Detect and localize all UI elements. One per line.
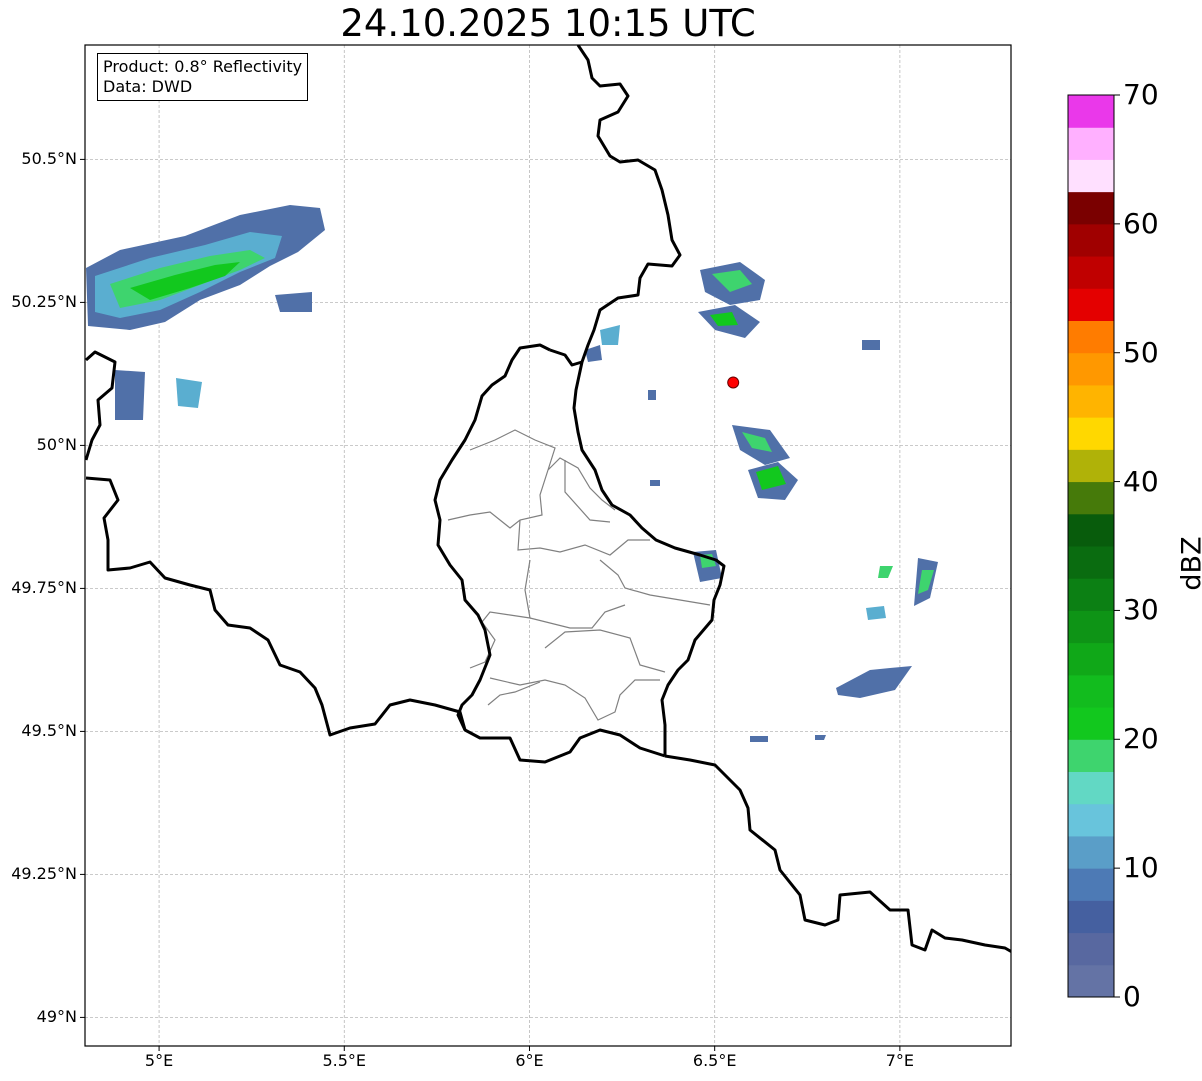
y-tick-label: 50.5°N [21,149,77,169]
radar-echo [750,736,768,742]
colorbar-segment [1068,771,1114,805]
colorbar-segment [1068,513,1114,547]
y-tick-label: 50.25°N [11,292,77,312]
x-tick-label: 6.5°E [692,1051,737,1070]
radar-echo [650,480,660,486]
colorbar-segment [1068,288,1114,321]
colorbar-unit-label: dBZ [1176,536,1202,591]
radar-site-marker [727,376,740,389]
colorbar-segment [1068,191,1114,225]
colorbar-segment [1068,707,1114,740]
colorbar-segment [1068,127,1114,160]
radar-echo [815,735,826,740]
district-border [599,559,711,606]
colorbar-segment [1068,159,1114,193]
product-info-box: Product: 0.8° Reflectivity Data: DWD [97,53,309,101]
country-border [664,754,1011,954]
colorbar-segment [1068,320,1114,354]
map-content [85,45,1011,954]
colorbar-segment [1068,481,1114,515]
district-border [529,604,626,629]
colorbar-segment [1068,610,1114,644]
colorbar-segment [1068,642,1114,676]
colorbar-segment [1068,352,1114,386]
x-tick-label: 7°E [885,1051,915,1070]
colorbar-segment [1068,868,1114,901]
radar-echo [866,606,886,620]
district-border [517,519,650,556]
colorbar-tick-label: 30 [1123,593,1159,627]
x-tick-label: 5°E [144,1051,174,1070]
country-border [433,343,666,764]
colorbar-segment [1068,835,1114,869]
colorbar-tick-label: 0 [1123,980,1141,1013]
radar-echo [115,370,145,420]
country-border [85,350,117,461]
colorbar-segment [1068,674,1114,708]
x-tick-label: 6°E [515,1051,544,1070]
district-border [544,629,666,673]
radar-echo [275,292,312,312]
colorbar-tick-label: 10 [1123,851,1159,885]
country-border [549,348,583,367]
radar-echo [836,666,912,698]
radar-map [80,44,1120,1051]
country-border [85,476,467,737]
colorbar-segment [1068,256,1114,289]
colorbar-segment [1068,95,1114,128]
internal-boundaries [447,429,711,721]
colorbar-tick-label: 60 [1123,206,1159,240]
y-tick-label: 49.75°N [11,578,77,598]
data-source-label: Data: DWD [103,77,193,96]
radar-echo [176,378,202,408]
colorbar-tick-label: 40 [1123,464,1159,498]
colorbar [1067,94,1120,998]
colorbar-tick-label: 20 [1123,722,1159,756]
colorbar-segment [1068,223,1114,257]
colorbar-segment [1068,932,1114,966]
colorbar-segment [1068,803,1114,837]
x-tick-label: 5.5°E [322,1051,367,1070]
radar-echo [878,566,893,578]
radar-echoes [86,205,938,742]
y-tick-label: 49°N [36,1007,77,1027]
district-border [489,677,660,721]
colorbar-segment [1068,384,1114,418]
colorbar-tick-label: 70 [1123,78,1159,111]
colorbar-segment [1068,900,1114,934]
radar-echo [600,325,620,345]
y-tick-label: 49.25°N [11,864,77,884]
colorbar-segment [1068,964,1114,998]
country-border [572,45,726,756]
colorbar-segment [1068,739,1114,772]
radar-echo [862,340,880,350]
product-label: Product: 0.8° Reflectivity [103,57,303,76]
colorbar-tick-label: 50 [1123,335,1159,369]
colorbar-segment [1068,546,1114,579]
district-border [487,681,541,706]
district-border [447,469,549,529]
country-borders [85,45,1011,954]
colorbar-segment [1068,417,1114,450]
y-tick-label: 50°N [36,435,77,455]
colorbar-segment [1068,578,1114,611]
radar-echo [648,390,656,400]
colorbar-segment [1068,449,1114,483]
y-tick-label: 49.5°N [21,721,77,741]
